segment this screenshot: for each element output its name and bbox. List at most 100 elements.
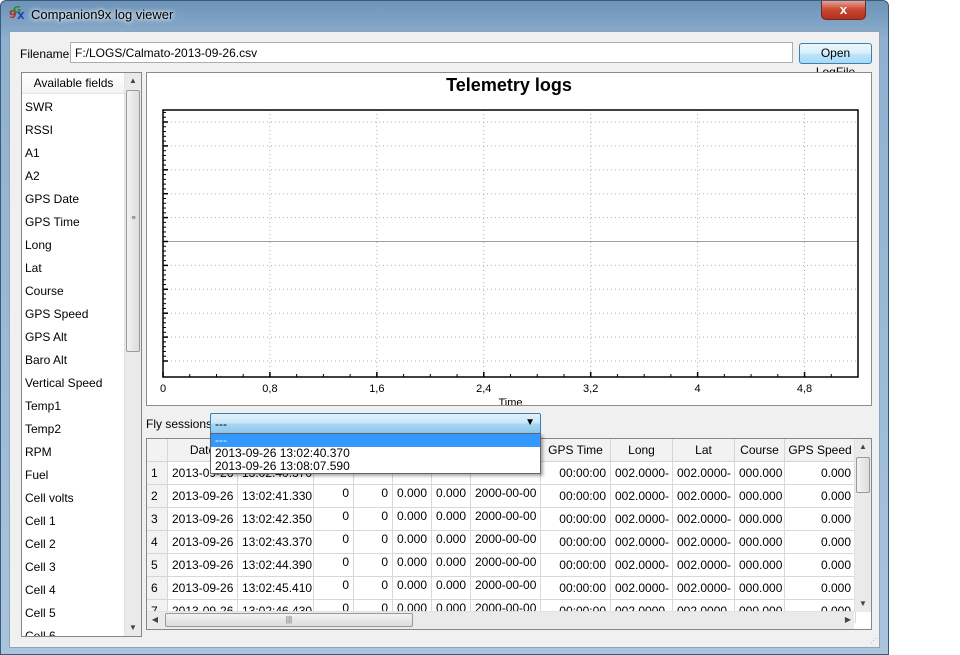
table-cell-gtime[interactable]: 00:00:00 [541,508,611,531]
field-list-item[interactable]: Cell 4 [25,579,125,602]
table-cell-c4[interactable]: 0.000 [432,531,471,554]
table-cell-date[interactable]: 2013-09-26 [168,508,238,531]
scrollbar-thumb[interactable] [856,457,870,493]
scroll-up-icon[interactable]: ▲ [855,439,871,455]
table-cell-c4[interactable]: 0.000 [432,485,471,508]
field-list-item[interactable]: Course [25,280,125,303]
table-cell-lat[interactable]: 002.0000- [673,531,735,554]
field-list-item[interactable]: Temp2 [25,418,125,441]
table-cell-speed[interactable]: 0.000 [785,485,856,508]
table-cell-course[interactable]: 000.000 [735,531,785,554]
scrollbar-thumb[interactable]: ||| [165,613,413,627]
table-cell-date[interactable]: 2013-09-26 [168,577,238,600]
row-header[interactable]: 5 [147,554,168,577]
table-cell-gtime[interactable]: 00:00:00 [541,462,611,485]
field-list-item[interactable]: Cell 2 [25,533,125,556]
table-cell-c4[interactable]: 0.000 [432,554,471,577]
table-cell-course[interactable]: 000.000 [735,508,785,531]
table-cell-course[interactable]: 000.000 [735,485,785,508]
table-cell-date[interactable]: 2013-09-26 [168,485,238,508]
table-cell-gdate[interactable]: 2000-00-00 [471,554,541,577]
telemetry-plot[interactable]: Telemetry logs 0 0,8 1,6 2,4 3,2 4 4,8 Time [146,72,872,406]
field-list-item[interactable]: A2 [25,165,125,188]
available-fields-header[interactable]: Available fields [22,73,125,94]
table-cell-speed[interactable]: 0.000 [785,577,856,600]
table-cell-gtime[interactable]: 00:00:00 [541,554,611,577]
table-cell-c1[interactable]: 0 [314,577,354,600]
table-cell-c2[interactable]: 0 [354,531,393,554]
scrollbar-thumb[interactable]: ≡ [126,90,140,352]
table-cell-course[interactable]: 000.000 [735,577,785,600]
field-list-item[interactable]: GPS Alt [25,326,125,349]
scroll-down-icon[interactable]: ▼ [125,620,141,636]
column-header[interactable] [147,439,168,462]
table-cell-c2[interactable]: 0 [354,508,393,531]
field-list-item[interactable]: Cell 3 [25,556,125,579]
table-cell-lat[interactable]: 002.0000- [673,577,735,600]
field-list-item[interactable]: SWR [25,96,125,119]
field-list-item[interactable]: RSSI [25,119,125,142]
field-list-item[interactable]: Temp1 [25,395,125,418]
table-cell-gdate[interactable]: 2000-00-00 [471,508,541,531]
field-list-item[interactable]: Vertical Speed [25,372,125,395]
field-list-item[interactable]: A1 [25,142,125,165]
table-cell-c1[interactable]: 0 [314,531,354,554]
fields-scrollbar[interactable]: ▲ ≡ ▼ [124,73,141,636]
scroll-left-icon[interactable]: ◀ [147,612,163,628]
column-header[interactable]: GPS Speed [785,439,856,462]
table-cell-date[interactable]: 2013-09-26 [168,531,238,554]
table-cell-lat[interactable]: 002.0000- [673,485,735,508]
filename-field[interactable] [70,42,793,63]
table-cell-time[interactable]: 13:02:44.390 [238,554,314,577]
field-list-item[interactable]: Baro Alt [25,349,125,372]
fly-sessions-dropdown[interactable]: --- 2013-09-26 13:02:40.370 2013-09-26 13:… [210,433,541,474]
table-cell-course[interactable]: 000.000 [735,462,785,485]
resize-grip-icon[interactable]: ⋰ [870,637,877,645]
row-header[interactable]: 2 [147,485,168,508]
table-cell-long[interactable]: 002.0000- [611,462,673,485]
table-cell-gdate[interactable]: 2000-00-00 [471,485,541,508]
table-cell-date[interactable]: 2013-09-26 [168,554,238,577]
field-list-item[interactable]: Cell 5 [25,602,125,625]
field-list-item[interactable]: RPM [25,441,125,464]
table-horizontal-scrollbar[interactable]: ◀ ||| ▶ [147,611,854,629]
table-cell-speed[interactable]: 0.000 [785,508,856,531]
table-cell-lat[interactable]: 002.0000- [673,554,735,577]
column-header[interactable]: Long [611,439,673,462]
table-cell-c3[interactable]: 0.000 [393,508,432,531]
table-cell-c4[interactable]: 0.000 [432,508,471,531]
table-cell-time[interactable]: 13:02:42.350 [238,508,314,531]
available-fields-list[interactable]: Available fields SWR RSSI A1 A2 GPS Date GPS … [21,72,142,637]
field-list-item[interactable]: Cell 6 [25,625,125,636]
scroll-down-icon[interactable]: ▼ [855,596,871,612]
scroll-right-icon[interactable]: ▶ [840,612,856,628]
table-cell-c1[interactable]: 0 [314,554,354,577]
field-list-item[interactable]: Long [25,234,125,257]
table-cell-c3[interactable]: 0.000 [393,531,432,554]
table-cell-gtime[interactable]: 00:00:00 [541,531,611,554]
table-cell-lat[interactable]: 002.0000- [673,508,735,531]
row-header[interactable]: 6 [147,577,168,600]
table-cell-long[interactable]: 002.0000- [611,531,673,554]
table-cell-c1[interactable]: 0 [314,508,354,531]
field-list-item[interactable]: Lat [25,257,125,280]
field-list-item[interactable]: Cell 1 [25,510,125,533]
chevron-down-icon[interactable]: ▼ [525,417,535,428]
field-list-item[interactable]: Fuel [25,464,125,487]
table-cell-time[interactable]: 13:02:41.330 [238,485,314,508]
field-list-item[interactable]: GPS Date [25,188,125,211]
table-cell-speed[interactable]: 0.000 [785,554,856,577]
fly-sessions-combo[interactable]: --- ▼ [210,413,541,434]
table-cell-c3[interactable]: 0.000 [393,577,432,600]
table-cell-time[interactable]: 13:02:43.370 [238,531,314,554]
table-cell-gdate[interactable]: 2000-00-00 [471,577,541,600]
table-cell-speed[interactable]: 0.000 [785,531,856,554]
table-cell-c2[interactable]: 0 [354,485,393,508]
row-header[interactable]: 3 [147,508,168,531]
column-header[interactable]: GPS Time [541,439,611,462]
table-cell-lat[interactable]: 002.0000- [673,462,735,485]
table-cell-speed[interactable]: 0.000 [785,462,856,485]
table-cell-long[interactable]: 002.0000- [611,577,673,600]
row-header[interactable]: 1 [147,462,168,485]
column-header[interactable]: Lat [673,439,735,462]
